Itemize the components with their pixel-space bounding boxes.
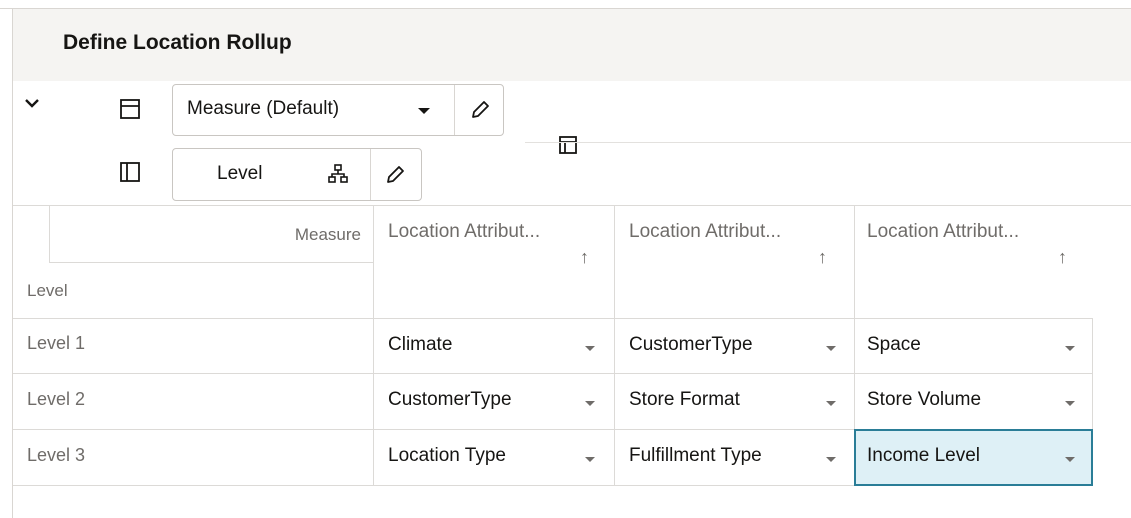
cell-value: Store Format	[629, 389, 740, 410]
dropdown-caret-icon	[826, 457, 836, 462]
grid-cell-select[interactable]: Space	[855, 319, 1092, 373]
cell-value: Climate	[388, 334, 453, 355]
column-header-label: Location Attribut...	[867, 221, 1020, 242]
cell-value: CustomerType	[388, 389, 512, 410]
grid-cell-select[interactable]: Location Type	[374, 430, 614, 485]
sort-ascending-icon[interactable]: ↑	[580, 247, 589, 268]
level-select-value: Level	[217, 163, 263, 184]
level-select[interactable]: Level	[172, 148, 422, 201]
chevron-down-icon	[25, 99, 39, 108]
grid-cell-select[interactable]: Climate	[374, 319, 614, 373]
column-header[interactable]: Location Attribut... ↑	[615, 205, 854, 318]
row-header: Level 2	[27, 389, 86, 409]
column-header[interactable]: Location Attribut... ↑	[374, 205, 614, 318]
pivot-layout-icon[interactable]	[555, 132, 581, 158]
measure-axis-label: Measure	[294, 225, 361, 244]
grid-cell-select[interactable]: CustomerType	[374, 374, 614, 429]
page-title: Define Location Rollup	[63, 31, 292, 54]
grid-cell-select-active[interactable]: Income Level	[854, 429, 1093, 486]
row-header: Level 3	[27, 445, 86, 465]
cell-value: Store Volume	[867, 389, 982, 410]
cell-value: Space	[867, 334, 921, 355]
hierarchy-icon	[328, 164, 348, 183]
title-bar: Define Location Rollup	[13, 9, 1131, 81]
sort-ascending-icon[interactable]: ↑	[1058, 247, 1067, 268]
measure-select-value: Measure (Default)	[187, 98, 340, 119]
dropdown-caret-icon	[1065, 346, 1075, 351]
measure-select[interactable]: Measure (Default)	[172, 84, 504, 136]
toolbar-divider	[525, 142, 1131, 143]
rollup-grid: Measure Level Location Attribut... ↑ Loc…	[13, 205, 1131, 495]
dropdown-caret-icon	[585, 346, 595, 351]
cell-value: Fulfillment Type	[629, 445, 762, 466]
cell-value: Income Level	[867, 445, 981, 466]
grid-cell-select[interactable]: Store Volume	[855, 374, 1092, 429]
cell-value: CustomerType	[629, 334, 753, 355]
grid-cell-select[interactable]: Store Format	[615, 374, 854, 429]
top-border	[0, 0, 1131, 9]
pencil-icon[interactable]	[383, 163, 407, 187]
dropdown-caret-icon	[585, 401, 595, 406]
grid-cell-select[interactable]: CustomerType	[615, 319, 854, 373]
column-header[interactable]: Location Attribut... ↑	[855, 205, 1093, 318]
dropdown-caret-icon	[1065, 457, 1075, 462]
pencil-icon[interactable]	[468, 98, 492, 122]
grid-cell-select[interactable]: Fulfillment Type	[615, 430, 854, 485]
dropdown-caret-icon	[826, 346, 836, 351]
dropdown-caret-icon	[1065, 401, 1075, 406]
level-axis-label: Level	[27, 281, 68, 300]
dropdown-caret-icon	[418, 108, 430, 114]
row-header: Level 1	[27, 333, 86, 353]
collapse-toggle[interactable]	[12, 83, 52, 123]
sort-ascending-icon[interactable]: ↑	[818, 247, 827, 268]
row-layout-icon[interactable]	[116, 95, 144, 123]
column-header-label: Location Attribut...	[629, 221, 782, 242]
column-header-label: Location Attribut...	[388, 221, 541, 242]
dropdown-caret-icon	[585, 457, 595, 462]
dropdown-caret-icon	[826, 401, 836, 406]
cell-value: Location Type	[388, 445, 506, 466]
column-layout-icon[interactable]	[116, 158, 144, 186]
